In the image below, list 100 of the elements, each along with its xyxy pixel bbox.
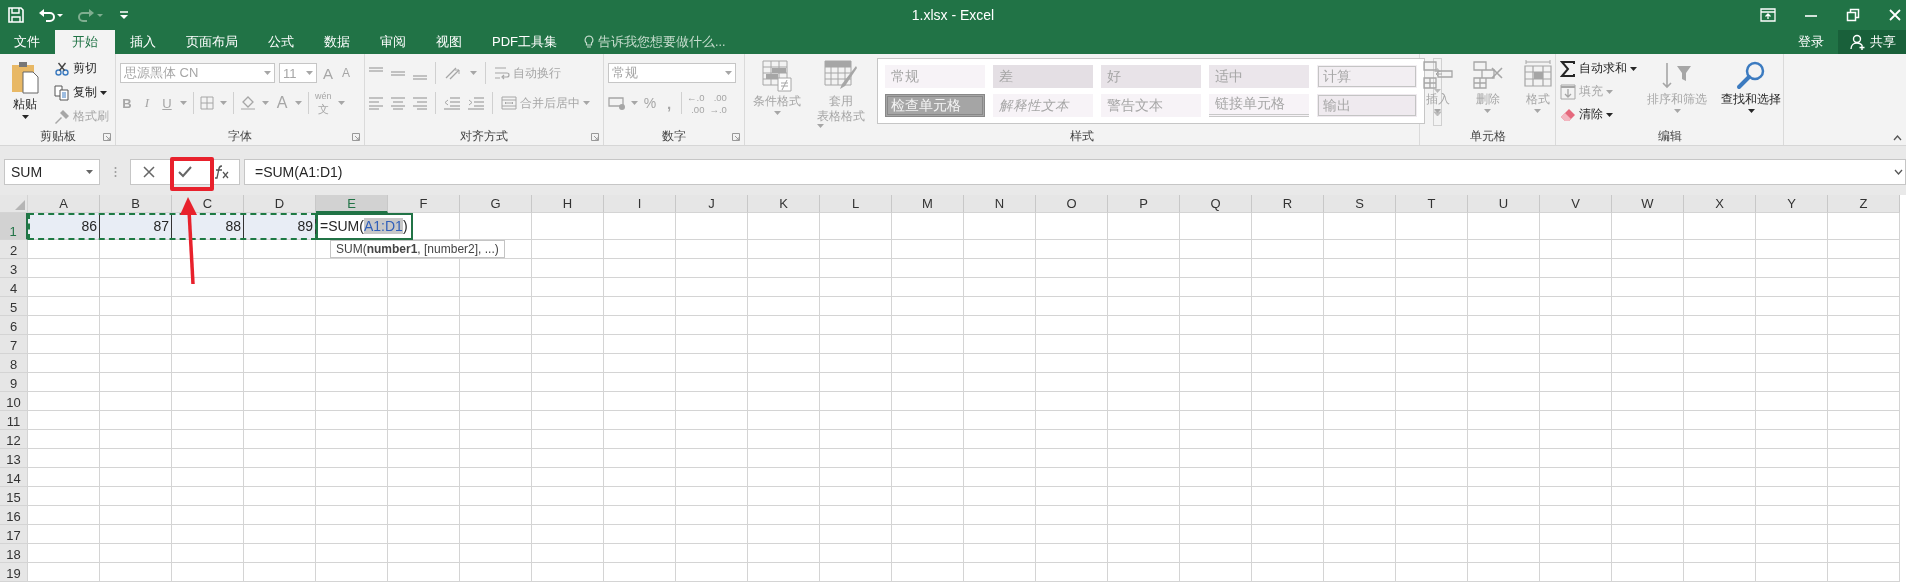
row-header[interactable]: 3 — [0, 259, 28, 278]
column-header[interactable]: A — [28, 195, 100, 213]
share-button[interactable]: 共享 — [1838, 30, 1906, 54]
save-icon[interactable] — [8, 7, 24, 23]
scroll-down-icon[interactable] — [1434, 89, 1441, 93]
ribbon-tab[interactable]: 文件 — [0, 30, 55, 54]
row-header[interactable]: 11 — [0, 411, 28, 430]
column-header[interactable]: N — [964, 195, 1036, 213]
row-header[interactable]: 8 — [0, 354, 28, 373]
row-header[interactable]: 12 — [0, 430, 28, 449]
row-header[interactable]: 16 — [0, 506, 28, 525]
row-header[interactable]: 10 — [0, 392, 28, 411]
column-header[interactable]: U — [1468, 195, 1540, 213]
undo-icon[interactable] — [38, 7, 64, 23]
align-center-icon[interactable] — [391, 96, 405, 110]
row-header[interactable]: 14 — [0, 468, 28, 487]
tell-me-field[interactable]: 告诉我您想要做什么... — [598, 35, 758, 49]
wrap-text-icon — [494, 65, 510, 81]
expand-icon[interactable] — [1894, 169, 1903, 175]
ribbon-tab[interactable]: 数据 — [309, 30, 365, 54]
caret-icon — [180, 101, 187, 105]
caret-icon — [773, 111, 781, 115]
cut-button[interactable]: 剪切 — [54, 58, 109, 79]
column-header[interactable]: P — [1108, 195, 1180, 213]
ribbon-tab[interactable]: 插入 — [115, 30, 171, 54]
text-orientation-icon[interactable] — [444, 66, 462, 80]
caret-icon — [295, 101, 302, 105]
copy-button[interactable]: 复制 — [54, 82, 109, 103]
group-label: 编辑 — [1657, 127, 1682, 145]
ribbon-tab[interactable]: 审阅 — [365, 30, 421, 54]
column-header[interactable]: S — [1324, 195, 1396, 213]
ribbon-options-icon[interactable] — [1760, 8, 1776, 22]
formula-field[interactable]: =SUM(A1:D1) — [244, 159, 1906, 185]
row-header[interactable]: 17 — [0, 525, 28, 544]
scroll-up-icon[interactable] — [1434, 67, 1441, 72]
column-header[interactable]: O — [1036, 195, 1108, 213]
row-header[interactable]: 9 — [0, 373, 28, 392]
column-header[interactable]: E — [316, 195, 388, 213]
row-header[interactable]: 6 — [0, 316, 28, 335]
caret-icon — [1673, 109, 1681, 113]
column-header[interactable]: J — [676, 195, 748, 213]
ribbon-tab[interactable]: 视图 — [421, 30, 477, 54]
column-header[interactable]: X — [1684, 195, 1756, 213]
column-header[interactable]: D — [244, 195, 316, 213]
fill-bucket-icon[interactable] — [240, 95, 256, 111]
column-header[interactable]: M — [892, 195, 964, 213]
dialog-launcher-icon[interactable] — [591, 133, 599, 141]
column-header[interactable]: B — [100, 195, 172, 213]
row-header[interactable]: 5 — [0, 297, 28, 316]
align-left-icon[interactable] — [369, 96, 383, 110]
row-header[interactable]: 13 — [0, 449, 28, 468]
close-icon[interactable] — [1888, 8, 1902, 22]
row-header[interactable]: 19 — [0, 563, 28, 582]
dialog-launcher-icon[interactable] — [352, 133, 360, 141]
row-header[interactable]: 7 — [0, 335, 28, 354]
cell-formula[interactable]: =SUM(A1:D1) — [316, 213, 413, 240]
column-header[interactable]: G — [460, 195, 532, 213]
lightbulb-icon — [584, 35, 594, 49]
column-header[interactable]: I — [604, 195, 676, 213]
currency-icon[interactable] — [608, 96, 626, 110]
row-header[interactable]: 18 — [0, 544, 28, 563]
select-all-icon[interactable] — [15, 200, 25, 210]
column-header[interactable]: L — [820, 195, 892, 213]
dialog-launcher-icon[interactable] — [732, 133, 740, 141]
paste-button[interactable]: 粘贴 — [4, 58, 46, 127]
column-header[interactable]: Y — [1756, 195, 1828, 213]
scissors-icon — [54, 60, 70, 77]
column-header[interactable]: R — [1252, 195, 1324, 213]
column-header[interactable]: C — [172, 195, 244, 213]
column-header[interactable]: Q — [1180, 195, 1252, 213]
increase-indent-icon[interactable] — [468, 96, 484, 110]
row-header[interactable]: 15 — [0, 487, 28, 506]
name-box[interactable]: SUM — [4, 159, 100, 185]
column-header[interactable]: T — [1396, 195, 1468, 213]
decrease-indent-icon[interactable] — [444, 96, 460, 110]
row-header[interactable]: 2 — [0, 240, 28, 259]
window-title: 1.xlsx - Excel — [911, 7, 995, 23]
borders-icon[interactable] — [200, 96, 214, 110]
restore-icon[interactable] — [1846, 8, 1860, 22]
ribbon-tab[interactable]: 页面布局 — [171, 30, 253, 54]
autosum-button[interactable]: 自动求和 — [1560, 58, 1637, 79]
find-select-button[interactable]: 查找和选择 — [1717, 58, 1785, 127]
collapse-ribbon-icon[interactable] — [1893, 135, 1902, 141]
row-header[interactable]: 4 — [0, 278, 28, 297]
more-styles-icon[interactable] — [1434, 110, 1441, 117]
sign-in-link[interactable]: 登录 — [1784, 30, 1838, 54]
align-right-icon[interactable] — [413, 96, 427, 110]
column-header[interactable]: H — [532, 195, 604, 213]
ribbon-tab[interactable]: 开始 — [55, 30, 115, 54]
clear-button[interactable]: 清除 — [1560, 104, 1637, 125]
row-header[interactable]: 1 — [0, 213, 28, 240]
ribbon-tab[interactable]: PDF工具集 — [477, 30, 572, 54]
ribbon-tab[interactable]: 公式 — [253, 30, 309, 54]
column-header[interactable]: W — [1612, 195, 1684, 213]
column-header[interactable]: F — [388, 195, 460, 213]
column-header[interactable]: K — [748, 195, 820, 213]
column-header[interactable]: Z — [1828, 195, 1900, 213]
dialog-launcher-icon[interactable] — [103, 133, 111, 141]
column-header[interactable]: V — [1540, 195, 1612, 213]
paintbrush-icon — [54, 108, 70, 125]
